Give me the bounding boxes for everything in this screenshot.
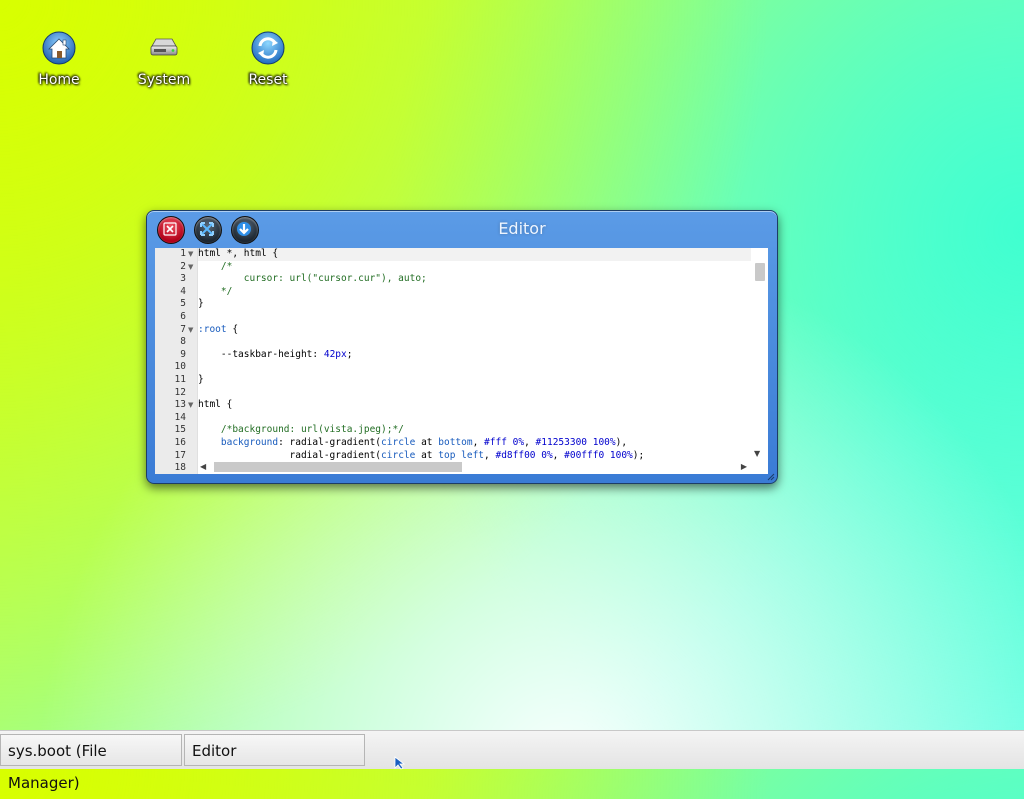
code-line: --taskbar-height: 42px; — [198, 348, 353, 362]
code-token: at — [415, 449, 439, 461]
desktop-icon-home[interactable]: Home — [19, 30, 99, 102]
vertical-scrollbar[interactable]: ▼ — [752, 262, 768, 460]
code-token: ; — [346, 348, 353, 360]
line-number: 3 — [180, 273, 186, 285]
desktop-icon-label: Reset — [248, 72, 288, 88]
code-token: } — [198, 374, 204, 385]
line-number: 7 — [180, 323, 186, 335]
line-number: 15 — [174, 424, 186, 436]
scroll-right-arrow-icon[interactable]: ▶ — [741, 460, 747, 474]
line-number: 12 — [174, 386, 186, 398]
fold-toggle-icon[interactable]: ▼ — [188, 248, 193, 261]
code-token: --taskbar-height: — [198, 348, 324, 360]
code-token: html *, html { — [198, 248, 279, 259]
code-token: /* — [198, 260, 233, 272]
window-titlebar[interactable]: Editor — [147, 211, 777, 247]
desktop-icon-system[interactable]: System — [124, 30, 204, 102]
code-token: bottom — [438, 437, 473, 448]
line-number: 16 — [174, 437, 186, 448]
code-token: ); — [632, 449, 645, 461]
line-number: 11 — [174, 374, 186, 385]
desktop-icon-reset[interactable]: Reset — [228, 30, 308, 102]
code-line: } — [198, 298, 204, 311]
desktop-icon-label: Home — [38, 72, 80, 88]
line-number: 13 — [174, 399, 186, 411]
scroll-left-arrow-icon[interactable]: ◀ — [200, 460, 206, 474]
active-line-highlight — [198, 248, 751, 261]
resize-grip-icon[interactable] — [767, 473, 775, 481]
taskbar: sys.boot (File Manager) Editor — [0, 730, 1024, 792]
window-title: Editor — [498, 219, 546, 238]
fold-toggle-icon[interactable]: ▼ — [188, 261, 193, 274]
code-token: /*background: url(vista.jpeg);*/ — [198, 424, 404, 436]
fold-toggle-icon[interactable]: ▼ — [188, 324, 193, 337]
horizontal-scrollbar[interactable]: ◀ ▶ — [198, 460, 751, 474]
code-token: circle — [381, 449, 416, 461]
code-token: */ — [198, 285, 233, 297]
line-number: 4 — [180, 285, 186, 297]
code-token: } — [198, 298, 204, 310]
editor-window: Editor 1 ▼ 2 ▼ 3 4 5 6 7 ▼ 8 9 10 11 12 13 ▼ 14 15 16 17 18 h… — [146, 210, 778, 484]
code-token: cursor: url("cursor.cur"), auto; — [198, 273, 427, 285]
code-token: background — [198, 437, 279, 448]
horizontal-scroll-thumb[interactable] — [214, 462, 462, 472]
code-line: background: radial-gradient(circle at bo… — [198, 437, 627, 450]
vertical-scroll-thumb[interactable] — [755, 263, 765, 281]
code-token: :root — [198, 323, 227, 335]
fold-toggle-icon[interactable]: ▼ — [188, 399, 193, 412]
taskbar-item-editor[interactable]: Editor — [184, 734, 365, 766]
line-number: 9 — [180, 348, 186, 360]
code-token: #11253300 100% — [535, 437, 616, 448]
code-line: html { — [198, 399, 232, 412]
line-number: 14 — [174, 411, 186, 423]
code-line: */ — [198, 286, 232, 299]
line-number: 8 — [180, 336, 186, 348]
code-token: : radial-gradient( — [278, 437, 382, 448]
line-number: 5 — [180, 298, 186, 310]
code-line: /* — [198, 261, 232, 274]
code-line: /*background: url(vista.jpeg);*/ — [198, 424, 404, 437]
code-line: cursor: url("cursor.cur"), auto; — [198, 273, 427, 286]
code-token: 42px — [323, 348, 347, 360]
code-token: radial-gradient( — [198, 449, 382, 461]
code-token: html { — [198, 399, 233, 411]
code-line: :root { — [198, 324, 238, 337]
line-number: 6 — [180, 311, 186, 322]
taskbar-item-file-manager[interactable]: sys.boot (File Manager) — [0, 734, 182, 792]
code-token: , — [552, 449, 565, 461]
home-icon — [41, 30, 77, 66]
line-number: 18 — [174, 462, 186, 474]
code-line: html *, html { — [198, 248, 278, 261]
line-number-gutter: 1 ▼ 2 ▼ 3 4 5 6 7 ▼ 8 9 10 11 12 13 ▼ 14 15 16 17 18 — [155, 248, 198, 474]
code-line: } — [198, 374, 204, 387]
code-editor[interactable]: 1 ▼ 2 ▼ 3 4 5 6 7 ▼ 8 9 10 11 12 13 ▼ 14 15 16 17 18 html *, … — [155, 248, 768, 474]
code-area[interactable]: html *, html { /* cursor: url("cursor.cu… — [198, 248, 751, 461]
line-number: 17 — [174, 449, 186, 461]
code-token: { — [226, 323, 239, 335]
code-token: , — [472, 437, 485, 448]
code-token: #00fff0 100% — [564, 449, 633, 461]
code-token: , — [524, 437, 536, 448]
desktop-icon-label: System — [137, 72, 191, 88]
code-token: circle — [381, 437, 416, 448]
line-number: 2 — [180, 260, 186, 272]
code-token: at — [415, 437, 439, 448]
code-token: ), — [615, 437, 628, 448]
line-number: 1 — [180, 248, 186, 259]
refresh-icon — [250, 30, 286, 66]
code-token: #d8ff00 0% — [495, 449, 553, 461]
scroll-down-arrow-icon[interactable]: ▼ — [754, 449, 760, 458]
code-token: #fff 0% — [484, 437, 525, 448]
code-token: , — [484, 449, 496, 461]
code-token: top left — [438, 449, 485, 461]
line-number: 10 — [174, 361, 186, 373]
drive-icon — [146, 30, 182, 66]
